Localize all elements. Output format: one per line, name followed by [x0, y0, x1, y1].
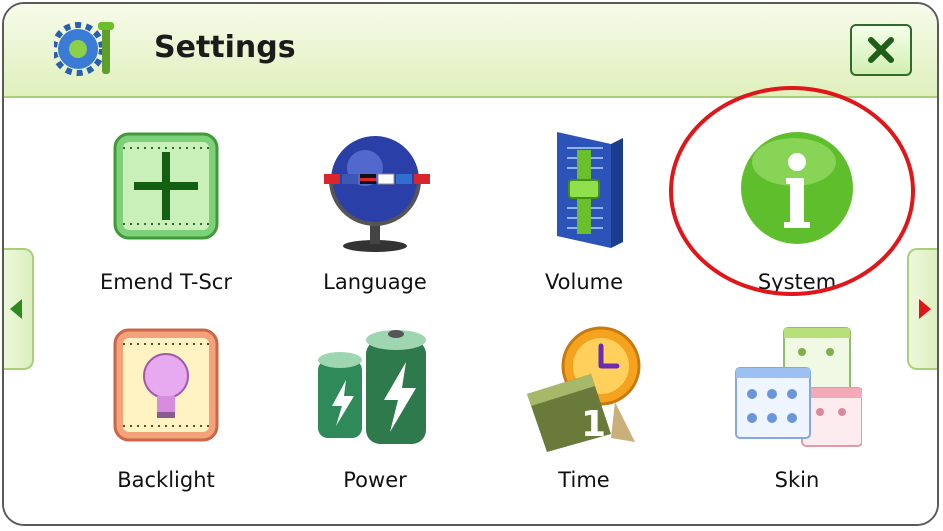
tile-label: Language: [323, 270, 427, 294]
tile-backlight[interactable]: Backlight: [66, 322, 266, 502]
settings-window: Settings Emend T-Scr Language Volume Sys…: [2, 2, 939, 526]
arrow-right-icon: [919, 299, 931, 319]
lightbulb-icon: [113, 328, 219, 442]
tile-language[interactable]: Language: [275, 124, 475, 304]
title-bar: Settings: [4, 4, 937, 98]
page-title: Settings: [154, 30, 296, 65]
settings-gear-wrench-icon: [54, 22, 114, 76]
tile-label: Skin: [774, 468, 820, 492]
clock-calendar-icon: 1: [527, 326, 641, 452]
arrow-left-icon: [10, 299, 22, 319]
tile-label: Volume: [544, 270, 624, 294]
tile-label: Emend T-Scr: [100, 270, 232, 294]
close-x-icon: [868, 37, 894, 63]
globe-flags-icon: [324, 136, 430, 252]
info-circle-icon: [741, 132, 853, 244]
svg-text:1: 1: [581, 404, 606, 445]
tile-emend-t-scr[interactable]: Emend T-Scr: [66, 124, 266, 304]
crosshair-ruler-icon: [113, 132, 219, 240]
tile-system[interactable]: System: [697, 124, 897, 304]
next-page-button[interactable]: [907, 248, 937, 370]
close-button[interactable]: [850, 24, 912, 76]
tile-label: System: [757, 270, 837, 294]
volume-slider-icon: [557, 132, 623, 248]
tile-power[interactable]: Power: [275, 322, 475, 502]
tile-time[interactable]: 1 Time: [484, 322, 684, 502]
tile-volume[interactable]: Volume: [484, 124, 684, 304]
tile-skin[interactable]: Skin: [697, 322, 897, 502]
tile-label: Time: [558, 468, 610, 492]
skin-windows-icon: [735, 327, 862, 447]
tile-label: Power: [343, 468, 407, 492]
battery-icon: [318, 330, 426, 444]
tile-label: Backlight: [117, 468, 215, 492]
prev-page-button[interactable]: [4, 248, 34, 370]
settings-grid: Emend T-Scr Language Volume System Backl…: [4, 98, 937, 524]
